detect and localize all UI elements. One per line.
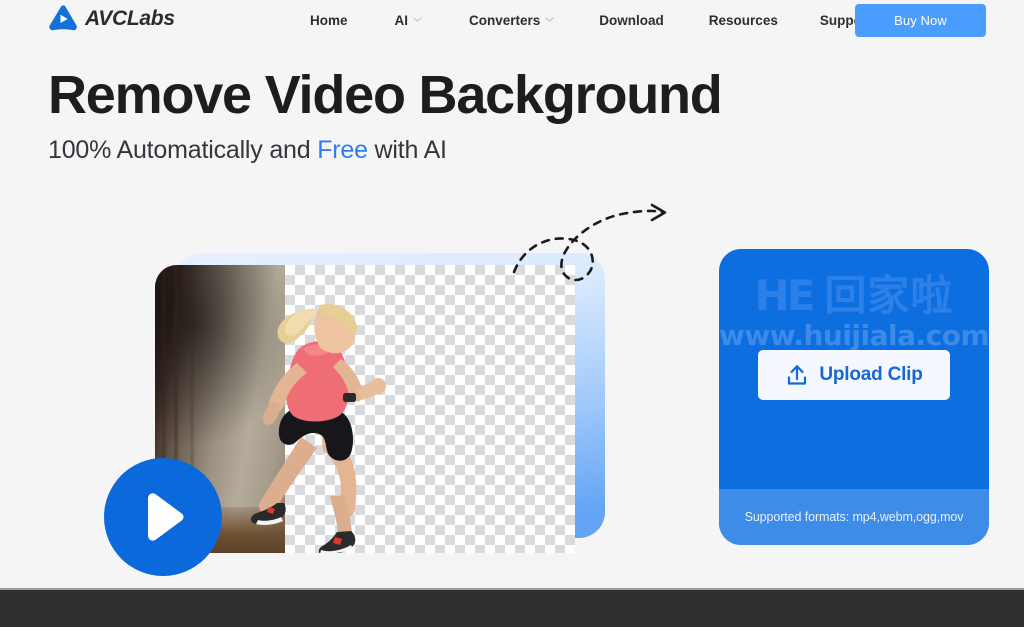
page-title: Remove Video Background: [48, 65, 723, 125]
chevron-down-icon: [545, 15, 554, 24]
upload-panel[interactable]: HE 回家啦 www.huijiala.com Upload Clip Supp…: [719, 249, 989, 545]
site-header: AVCLabs Home AI Converters Download Reso…: [0, 0, 1024, 40]
play-button[interactable]: [104, 458, 222, 576]
nav-item-ai-label: AI: [394, 12, 409, 28]
nav-item-resources[interactable]: Resources: [709, 13, 778, 28]
nav-item-resources-label: Resources: [708, 12, 778, 28]
main-navigation: Home AI Converters Download Resources Su…: [310, 10, 872, 30]
video-preview: [104, 253, 605, 576]
site-watermark: HE 回家啦 www.huijiala.com: [719, 275, 989, 353]
nav-item-home[interactable]: Home: [310, 13, 348, 28]
nav-item-ai[interactable]: AI: [395, 13, 423, 28]
nav-item-converters-label: Converters: [469, 12, 541, 28]
nav-item-converters[interactable]: Converters: [469, 13, 554, 28]
buy-now-button[interactable]: Buy Now: [855, 4, 986, 37]
upload-clip-label: Upload Clip: [819, 364, 923, 385]
watermark-url: www.huijiala.com: [719, 319, 989, 352]
nav-item-download[interactable]: Download: [599, 13, 664, 28]
transparent-result-pane: [250, 265, 575, 553]
nav-item-download-label: Download: [599, 12, 664, 28]
brand-logo-link[interactable]: AVCLabs: [47, 3, 175, 35]
chevron-down-icon: [413, 15, 422, 24]
upload-clip-button[interactable]: Upload Clip: [758, 350, 950, 400]
subtitle-text-before: 100% Automatically and: [48, 136, 318, 164]
supported-formats-bar: Supported formats: mp4,webm,ogg,mov: [719, 489, 989, 545]
watermark-mark-latin: HE: [754, 271, 816, 320]
subtitle-accent-free: Free: [317, 136, 368, 164]
subtitle-text-after: with AI: [367, 136, 447, 164]
watermark-logo: HE 回家啦: [719, 275, 989, 317]
watermark-mark-cjk: 回家啦: [824, 271, 954, 320]
nav-item-home-label: Home: [310, 12, 348, 28]
play-button-icon: [140, 492, 186, 542]
avclabs-play-triangle-logo-icon: [47, 3, 79, 35]
brand-name: AVCLabs: [85, 7, 175, 30]
page-subtitle: 100% Automatically and Free with AI: [48, 136, 447, 165]
page-bottom-strip: [0, 590, 1024, 627]
runner-subject-image: [250, 277, 481, 553]
upload-arrow-icon: [785, 363, 809, 387]
supported-formats-text: Supported formats: mp4,webm,ogg,mov: [744, 510, 964, 524]
